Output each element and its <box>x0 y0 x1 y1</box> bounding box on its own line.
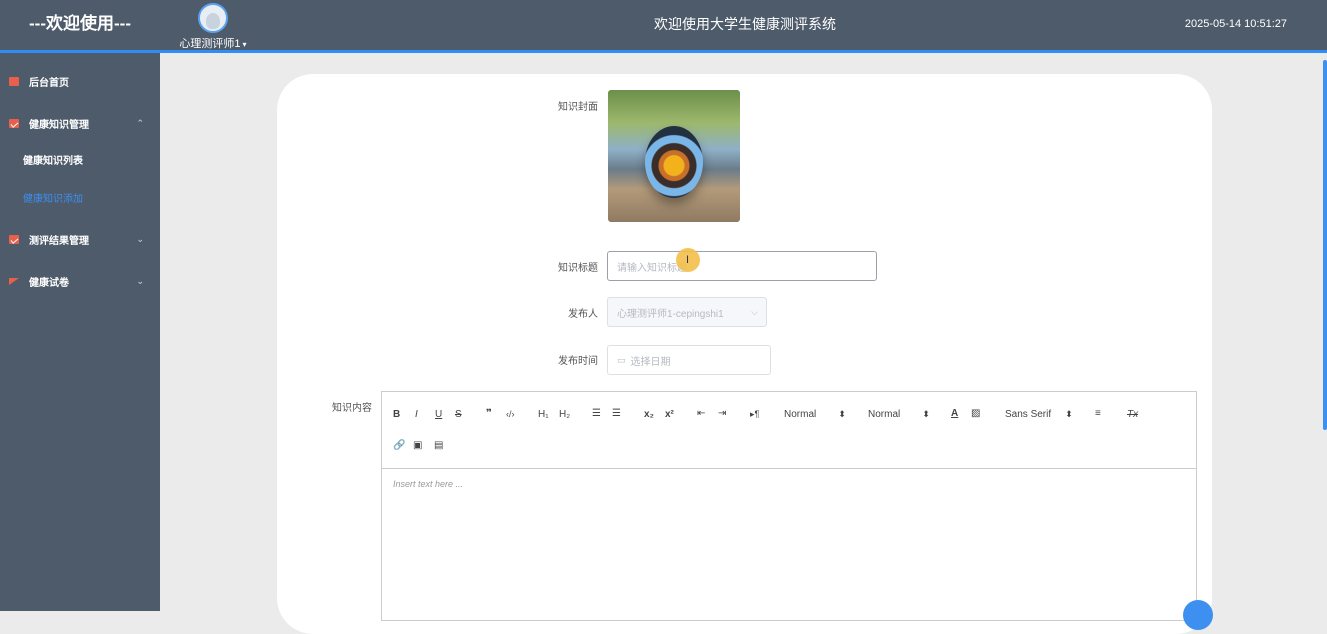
date-placeholder: 选择日期 <box>630 356 671 368</box>
text-cursor-icon: I <box>686 254 690 266</box>
flag-icon <box>9 277 19 285</box>
select-arrows-icon: ⬍ <box>838 409 846 419</box>
header-select[interactable]: Normal ⬍ <box>868 409 930 420</box>
image-button[interactable]: ▣ <box>413 440 422 451</box>
title-input[interactable]: 请输入知识标题 <box>607 251 877 281</box>
bold-button[interactable]: B <box>393 409 400 420</box>
content-label: 知识内容 <box>332 403 372 414</box>
chart-icon <box>9 118 19 128</box>
publisher-value: 心理测评师1-cepingshi1 <box>617 308 724 320</box>
size-select-value: Normal <box>784 409 817 420</box>
crystal-ball-image <box>645 126 703 198</box>
align-button[interactable]: ≡ <box>1095 408 1101 419</box>
h1-button[interactable]: H₁ <box>538 409 549 420</box>
calendar-icon: ▭ <box>617 354 626 365</box>
video-button[interactable]: ▤ <box>434 440 443 451</box>
cover-image[interactable] <box>608 90 740 222</box>
publish-time-label: 发布时间 <box>558 356 598 367</box>
page-scrollbar[interactable] <box>1323 60 1327 430</box>
clean-format-button[interactable]: Tx <box>1127 409 1138 420</box>
sidebar-item-result-management[interactable]: 测评结果管理 ⌄ <box>0 219 160 259</box>
welcome-text: ---欢迎使用--- <box>29 14 131 33</box>
title-label: 知识标题 <box>558 263 598 274</box>
sidebar-item-label: 健康知识管理 <box>29 119 89 131</box>
user-name[interactable]: 心理测评师1 ▾ <box>168 35 258 51</box>
sidebar-item-label: 测评结果管理 <box>29 235 89 247</box>
sidebar: 后台首页 健康知识管理 ⌃ 健康知识列表 健康知识添加 测评结果管理 ⌄ 健康试… <box>0 53 160 611</box>
font-select-value: Sans Serif <box>1005 409 1052 420</box>
sidebar-subitem-knowledge-list[interactable]: 健康知识列表 <box>0 143 160 181</box>
blockquote-button[interactable]: ❞ <box>486 408 492 419</box>
editor-content-area[interactable]: Insert text here ... <box>382 469 1196 499</box>
user-icon <box>206 13 220 29</box>
sidebar-subitem-knowledge-add[interactable]: 健康知识添加 <box>0 181 160 219</box>
ordered-list-button[interactable]: ☰ <box>592 408 601 419</box>
indent-button[interactable]: ⇥ <box>718 408 726 419</box>
page-title: 欢迎使用大学生健康测评系统 <box>654 16 836 32</box>
user-menu[interactable]: 心理测评师1 ▾ <box>168 3 258 51</box>
text-color-button[interactable]: A <box>951 408 958 419</box>
monitor-icon <box>9 76 19 86</box>
rich-text-editor: B I U S ❞ ‹/› H₁ H₂ ☰ ☰ x₂ x² ⇤ ⇥ ▸¶ Nor… <box>381 391 1197 621</box>
code-button[interactable]: ‹/› <box>506 409 515 419</box>
sidebar-item-home[interactable]: 后台首页 <box>0 61 160 101</box>
superscript-button[interactable]: x² <box>665 409 674 420</box>
header-select-value: Normal <box>868 409 901 420</box>
user-name-label: 心理测评师1 <box>179 38 241 50</box>
select-arrows-icon: ⬍ <box>922 409 930 419</box>
cover-label: 知识封面 <box>558 102 598 113</box>
sidebar-item-knowledge-management[interactable]: 健康知识管理 ⌃ <box>0 103 160 143</box>
italic-button[interactable]: I <box>415 409 418 420</box>
floating-action-button[interactable] <box>1183 600 1213 630</box>
font-select[interactable]: Sans Serif ⬍ <box>1005 409 1073 420</box>
sidebar-item-label: 后台首页 <box>29 77 69 89</box>
sidebar-item-label: 健康试卷 <box>29 277 69 289</box>
chevron-down-icon: ⌵ <box>751 307 758 317</box>
size-select[interactable]: Normal ⬍ <box>784 409 846 420</box>
publish-date-picker[interactable]: ▭ 选择日期 <box>607 345 771 375</box>
chart-icon <box>9 234 19 244</box>
subscript-button[interactable]: x₂ <box>644 409 654 420</box>
text-direction-button[interactable]: ▸¶ <box>750 409 759 420</box>
link-button[interactable]: 🔗 <box>393 440 405 451</box>
background-color-button[interactable]: ▨ <box>971 408 980 419</box>
h2-button[interactable]: H₂ <box>559 409 570 420</box>
datetime-display: 2025-05-14 10:51:27 <box>1184 18 1287 30</box>
chevron-down-icon: ⌄ <box>136 233 144 244</box>
outdent-button[interactable]: ⇤ <box>697 408 705 419</box>
strike-button[interactable]: S <box>455 409 462 420</box>
chevron-down-icon: ▾ <box>242 40 247 49</box>
select-arrows-icon: ⬍ <box>1065 409 1073 419</box>
bullet-list-button[interactable]: ☰ <box>612 408 621 419</box>
publisher-label: 发布人 <box>568 309 598 320</box>
editor-placeholder: Insert text here ... <box>393 479 464 489</box>
chevron-up-icon: ⌃ <box>136 117 144 128</box>
sidebar-item-health-paper[interactable]: 健康试卷 ⌄ <box>0 261 160 301</box>
chevron-down-icon: ⌄ <box>136 275 144 286</box>
underline-button[interactable]: U <box>435 409 442 420</box>
avatar[interactable] <box>198 3 228 33</box>
publisher-select: 心理测评师1-cepingshi1 ⌵ <box>607 297 767 327</box>
editor-toolbar: B I U S ❞ ‹/› H₁ H₂ ☰ ☰ x₂ x² ⇤ ⇥ ▸¶ Nor… <box>382 392 1196 469</box>
top-header: ---欢迎使用--- 心理测评师1 ▾ 欢迎使用大学生健康测评系统 2025-05… <box>0 0 1327 53</box>
